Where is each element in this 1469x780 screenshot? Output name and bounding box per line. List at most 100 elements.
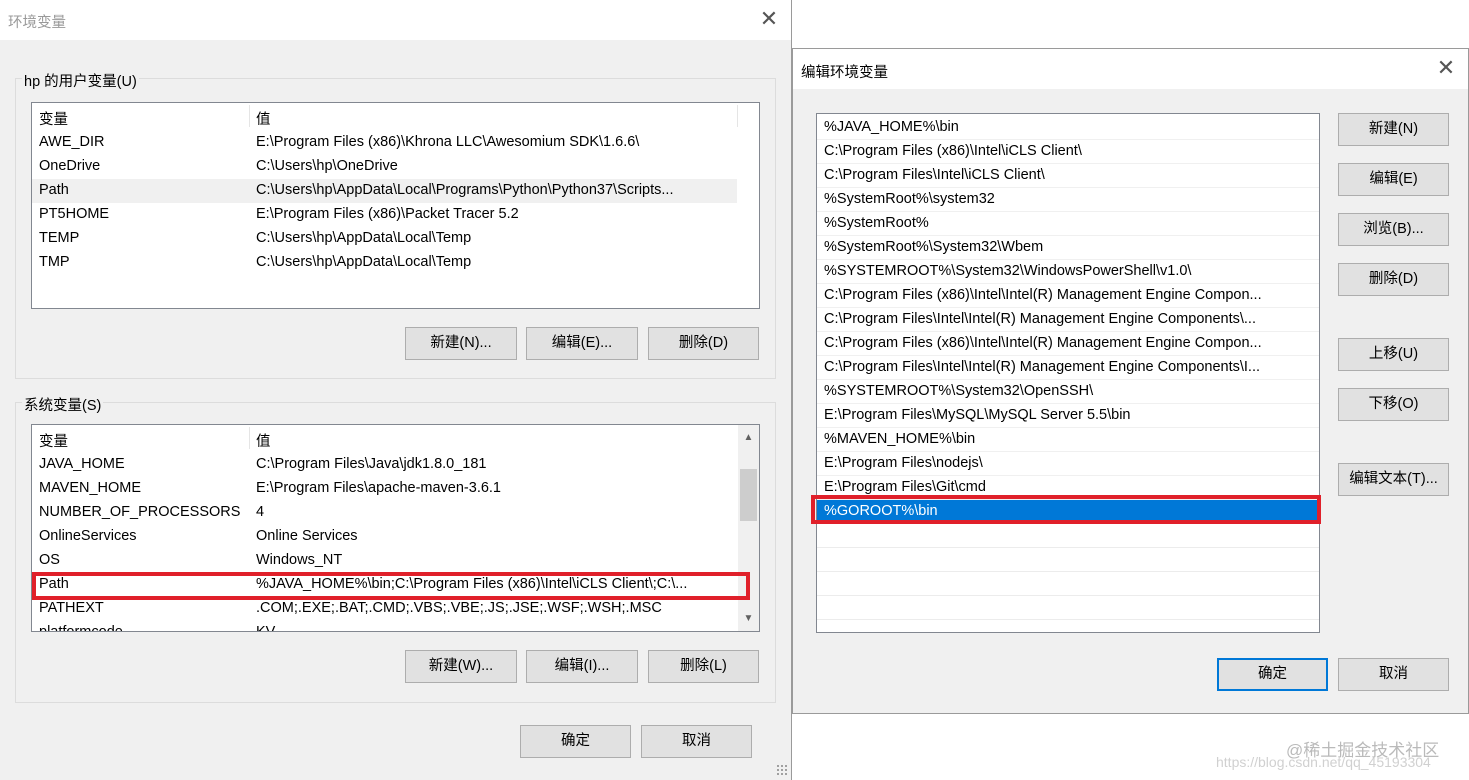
var-value: C:\Users\hp\AppData\Local\Programs\Pytho… — [256, 182, 674, 198]
column-header-variable[interactable]: 变量 — [39, 108, 68, 129]
env-vars-dialog: 环境变量 ✕ hp 的用户变量(U) 变量 值 AWE_DIR E:\Progr… — [0, 0, 792, 780]
column-header-value[interactable]: 值 — [256, 108, 271, 129]
var-name: PT5HOME — [39, 206, 110, 222]
table-row[interactable]: OneDrive C:\Users\hp\OneDrive — [32, 155, 759, 179]
table-row-path[interactable]: Path %JAVA_HOME%\bin;C:\Program Files (x… — [32, 573, 759, 597]
empty-list-row[interactable] — [817, 572, 1319, 596]
system-new-button[interactable]: 新建(W)... — [405, 650, 517, 683]
table-row[interactable]: AWE_DIR E:\Program Files (x86)\Khrona LL… — [32, 131, 759, 155]
var-value: Online Services — [256, 528, 358, 544]
edit-dialog-title: 编辑环境变量 — [801, 65, 888, 81]
edit-env-var-dialog: 编辑环境变量 ✕ %JAVA_HOME%\bin C:\Program File… — [792, 48, 1469, 714]
scroll-up-icon[interactable]: ▲ — [740, 429, 757, 446]
scroll-thumb[interactable] — [740, 469, 757, 521]
list-item[interactable]: E:\Program Files\MySQL\MySQL Server 5.5\… — [817, 404, 1319, 428]
list-item[interactable]: C:\Program Files\Intel\iCLS Client\ — [817, 164, 1319, 188]
list-item[interactable]: E:\Program Files\Git\cmd — [817, 476, 1319, 500]
var-name: JAVA_HOME — [39, 456, 125, 472]
user-edit-button[interactable]: 编辑(E)... — [526, 327, 638, 360]
delete-entry-button[interactable]: 删除(D) — [1338, 263, 1449, 296]
edit-entry-button[interactable]: 编辑(E) — [1338, 163, 1449, 196]
list-item[interactable]: C:\Program Files (x86)\Intel\Intel(R) Ma… — [817, 332, 1319, 356]
table-row[interactable]: OnlineServices Online Services — [32, 525, 759, 549]
list-item[interactable]: %SYSTEMROOT%\System32\WindowsPowerShell\… — [817, 260, 1319, 284]
var-value: 4 — [256, 504, 265, 520]
move-up-button[interactable]: 上移(U) — [1338, 338, 1449, 371]
column-header-value[interactable]: 值 — [256, 430, 271, 451]
var-name: MAVEN_HOME — [39, 480, 142, 496]
var-name: TMP — [39, 254, 70, 270]
table-row[interactable]: PT5HOME E:\Program Files (x86)\Packet Tr… — [32, 203, 759, 227]
var-name: TEMP — [39, 230, 80, 246]
system-vars-header: 变量 值 — [32, 425, 759, 451]
table-row[interactable]: platformcode KV — [32, 621, 759, 632]
scroll-down-icon[interactable]: ▼ — [740, 610, 757, 627]
list-item[interactable]: %MAVEN_HOME%\bin — [817, 428, 1319, 452]
ok-button[interactable]: 确定 — [520, 725, 631, 758]
list-item[interactable]: %SYSTEMROOT%\System32\OpenSSH\ — [817, 380, 1319, 404]
table-row[interactable]: NUMBER_OF_PROCESSORS 4 — [32, 501, 759, 525]
list-item[interactable]: C:\Program Files\Intel\Intel(R) Manageme… — [817, 356, 1319, 380]
resize-grip-icon[interactable] — [776, 764, 788, 776]
var-value: C:\Users\hp\AppData\Local\Temp — [256, 230, 472, 246]
env-dialog-title: 环境变量 — [8, 15, 66, 31]
list-item[interactable]: %SystemRoot%\system32 — [817, 188, 1319, 212]
var-value: Windows_NT — [256, 552, 343, 568]
cancel-button[interactable]: 取消 — [641, 725, 752, 758]
user-vars-list[interactable]: 变量 值 AWE_DIR E:\Program Files (x86)\Khro… — [31, 102, 760, 309]
var-name: OnlineServices — [39, 528, 137, 544]
empty-list-row[interactable] — [817, 524, 1319, 548]
list-item-selected[interactable]: %GOROOT%\bin — [817, 500, 1319, 524]
edit-dialog-titlebar: 编辑环境变量 ✕ — [793, 49, 1468, 89]
table-row[interactable]: TMP C:\Users\hp\AppData\Local\Temp — [32, 251, 759, 275]
var-name: platformcode — [39, 624, 123, 632]
list-item[interactable]: %JAVA_HOME%\bin — [817, 116, 1319, 140]
system-vars-scrollbar[interactable]: ▲ ▼ — [738, 425, 759, 631]
list-item[interactable]: C:\Program Files\Intel\Intel(R) Manageme… — [817, 308, 1319, 332]
var-value: %JAVA_HOME%\bin;C:\Program Files (x86)\I… — [256, 576, 688, 592]
list-item[interactable]: %SystemRoot% — [817, 212, 1319, 236]
column-header-variable[interactable]: 变量 — [39, 430, 68, 451]
var-value: E:\Program Files (x86)\Khrona LLC\Awesom… — [256, 134, 640, 150]
var-value: E:\Program Files (x86)\Packet Tracer 5.2 — [256, 206, 519, 222]
user-vars-group-label: hp 的用户变量(U) — [22, 70, 139, 91]
close-icon[interactable]: ✕ — [1435, 58, 1457, 80]
table-row[interactable]: PATHEXT .COM;.EXE;.BAT;.CMD;.VBS;.VBE;.J… — [32, 597, 759, 621]
var-value: C:\Program Files\Java\jdk1.8.0_181 — [256, 456, 487, 472]
move-down-button[interactable]: 下移(O) — [1338, 388, 1449, 421]
table-row[interactable]: JAVA_HOME C:\Program Files\Java\jdk1.8.0… — [32, 453, 759, 477]
var-name: OS — [39, 552, 60, 568]
empty-list-row[interactable] — [817, 548, 1319, 572]
var-name: NUMBER_OF_PROCESSORS — [39, 504, 241, 520]
table-row[interactable]: TEMP C:\Users\hp\AppData\Local\Temp — [32, 227, 759, 251]
ok-button[interactable]: 确定 — [1217, 658, 1328, 691]
cancel-button[interactable]: 取消 — [1338, 658, 1449, 691]
var-name: Path — [39, 576, 69, 592]
table-row[interactable]: MAVEN_HOME E:\Program Files\apache-maven… — [32, 477, 759, 501]
user-new-button[interactable]: 新建(N)... — [405, 327, 517, 360]
watermark-url: https://blog.csdn.net/qq_45193304 — [1216, 754, 1431, 770]
var-name: PATHEXT — [39, 600, 104, 616]
close-icon[interactable]: ✕ — [758, 9, 780, 31]
table-row[interactable]: OS Windows_NT — [32, 549, 759, 573]
path-entries-list[interactable]: %JAVA_HOME%\bin C:\Program Files (x86)\I… — [816, 113, 1320, 633]
system-edit-button[interactable]: 编辑(I)... — [526, 650, 638, 683]
new-entry-button[interactable]: 新建(N) — [1338, 113, 1449, 146]
var-value: C:\Users\hp\AppData\Local\Temp — [256, 254, 472, 270]
user-delete-button[interactable]: 删除(D) — [648, 327, 759, 360]
system-vars-list[interactable]: 变量 值 JAVA_HOME C:\Program Files\Java\jdk… — [31, 424, 760, 632]
edit-text-button[interactable]: 编辑文本(T)... — [1338, 463, 1449, 496]
list-item[interactable]: %SystemRoot%\System32\Wbem — [817, 236, 1319, 260]
list-item[interactable]: C:\Program Files (x86)\Intel\Intel(R) Ma… — [817, 284, 1319, 308]
var-value: .COM;.EXE;.BAT;.CMD;.VBS;.VBE;.JS;.JSE;.… — [256, 600, 662, 616]
list-item[interactable]: C:\Program Files (x86)\Intel\iCLS Client… — [817, 140, 1319, 164]
table-row-selected[interactable]: Path C:\Users\hp\AppData\Local\Programs\… — [32, 179, 737, 203]
system-delete-button[interactable]: 删除(L) — [648, 650, 759, 683]
var-name: AWE_DIR — [39, 134, 105, 150]
var-value: E:\Program Files\apache-maven-3.6.1 — [256, 480, 501, 496]
browse-button[interactable]: 浏览(B)... — [1338, 213, 1449, 246]
empty-list-row[interactable] — [817, 596, 1319, 620]
var-name: Path — [39, 182, 69, 198]
system-vars-group-label: 系统变量(S) — [22, 394, 104, 415]
list-item[interactable]: E:\Program Files\nodejs\ — [817, 452, 1319, 476]
